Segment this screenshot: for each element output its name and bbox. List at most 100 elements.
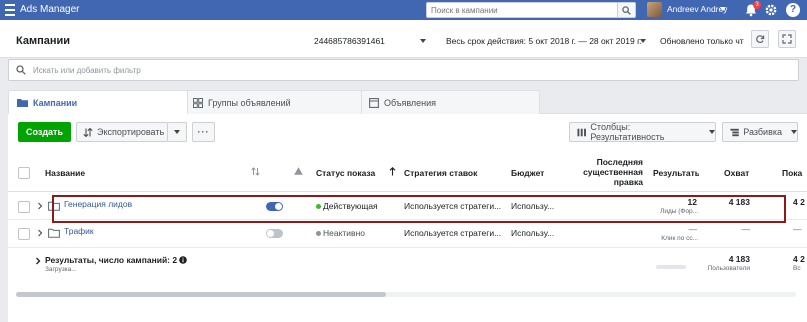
campaign-toggle[interactable] [266,229,283,238]
columns-icon [577,128,586,136]
user-menu-chevron-icon[interactable] [720,7,726,11]
totals-impressions-unit: Вс [793,265,801,272]
table-header: Название Статус показа Стратегия ставок … [8,154,807,192]
top-bar: Ads Manager Andreev Andrey 3 ? [0,0,807,20]
date-range-selector[interactable]: Весь срок действия: 5 окт 2018 г. — 28 о… [446,36,642,46]
impressions-value: 4 2 [793,197,805,207]
column-header-strategy[interactable]: Стратегия ставок [404,168,477,178]
avatar[interactable] [647,2,662,17]
tab-campaigns-label: Кампании [33,97,78,108]
export-options-button[interactable] [167,122,187,142]
tab-ads-label: Объявления [384,97,437,108]
totals-impressions: 4 2 [793,254,805,264]
column-header-budget[interactable]: Бюджет [511,168,544,178]
campaigns-panel: Создать Экспортировать ··· Столбцы: Резу… [8,113,807,322]
user-name[interactable]: Andreev Andrey [667,4,727,14]
totals-loading: Загрузка... [45,266,77,273]
updated-status: Обновлено только что [660,36,744,46]
status-dot-inactive [316,231,321,236]
campaign-name-link[interactable]: Трафик [64,226,94,236]
help-icon[interactable]: ? [786,3,800,17]
tab-ad-sets[interactable]: Группы объявлений [184,90,362,114]
folder-icon [48,201,60,213]
column-header-last-edit-1[interactable]: Последняя [596,157,643,167]
strategy-value[interactable]: Используется стратеги... [404,228,501,238]
campaign-toggle[interactable] [266,202,283,211]
page-title: Кампании [16,35,71,47]
fullscreen-button[interactable] [778,30,796,48]
horizontal-scrollbar[interactable] [16,292,796,297]
results-type: Лиды (Фор... [660,208,698,215]
tab-campaigns[interactable]: Кампании [8,90,188,114]
breakdown-label: Разбивка [743,127,782,137]
create-button[interactable]: Создать [18,122,71,142]
strategy-value[interactable]: Используется стратеги... [404,201,501,211]
column-header-impressions[interactable]: Пока [782,168,807,178]
chevron-down-icon [709,130,715,134]
totals-label: Результаты, число кампаний: 2 [45,255,178,265]
page-header: Кампании 244685786391461 Весь срок дейст… [0,20,807,58]
info-icon[interactable] [179,256,187,266]
breakdown-icon [730,128,739,136]
search-icon[interactable] [617,3,635,17]
notification-badge: 3 [753,1,761,9]
columns-button[interactable]: Столбцы: Результативность [569,122,716,142]
column-header-status[interactable]: Статус показа [316,168,375,178]
more-options-button[interactable]: ··· [192,122,215,142]
chevron-right-icon[interactable] [35,257,41,267]
status-value: Действующая [323,201,378,211]
chevron-right-icon[interactable] [37,202,43,212]
row-checkbox[interactable] [18,228,30,240]
export-button[interactable]: Экспортировать [76,122,168,142]
gear-icon[interactable] [764,3,778,17]
chevron-down-icon [174,130,180,134]
budget-value[interactable]: Использу... [511,201,554,211]
table-row[interactable]: Трафик Неактивно Используется стратеги..… [8,221,807,248]
results-value: 12 [687,197,697,207]
totals-reach-unit: Пользователи [707,265,750,272]
columns-label: Столбцы: Результативность [590,122,665,142]
refresh-icon [756,35,765,44]
row-checkbox[interactable] [18,201,30,213]
refresh-button[interactable] [751,30,769,48]
campaign-search [426,2,636,18]
breakdown-button[interactable]: Разбивка [722,122,798,142]
scrollbar-thumb[interactable] [16,292,386,297]
column-header-last-edit-2[interactable]: существенная [576,167,643,177]
table-row[interactable]: Генерация лидов Действующая Используется… [8,193,807,220]
folder-icon [48,228,60,240]
export-icon [83,127,93,137]
expand-icon [782,34,792,44]
campaign-search-input[interactable] [427,3,615,17]
account-chevron-down-icon[interactable] [420,39,426,43]
budget-value[interactable]: Использу... [511,228,554,238]
account-selector[interactable]: 244685786391461 [314,36,385,46]
column-header-last-edit-3[interactable]: правка [596,177,643,187]
filter-bar [8,59,799,81]
tab-ad-sets-label: Группы объявлений [208,97,291,108]
chevron-down-icon [791,130,797,134]
column-header-reach[interactable]: Охват [724,168,749,178]
status-dot-active [316,204,321,209]
date-chevron-down-icon[interactable] [640,39,646,43]
export-label: Экспортировать [97,127,165,137]
status-value: Неактивно [323,228,365,238]
totals-row: Результаты, число кампаний: 2 Загрузка..… [8,248,807,276]
chevron-right-icon[interactable] [37,229,43,239]
ad-icon [369,97,379,108]
menu-icon[interactable] [5,4,15,16]
search-icon [16,65,26,77]
reach-value: — [741,224,751,234]
app-title[interactable]: Ads Manager [20,4,79,15]
column-header-name[interactable]: Название [45,168,85,178]
grid-icon [193,97,203,108]
sort-arrow-up-icon[interactable] [389,167,396,178]
column-header-results[interactable]: Результаты [653,168,699,178]
results-type: Клик по сс... [661,235,698,242]
select-all-checkbox[interactable] [18,167,30,179]
sort-toggle-icon[interactable] [251,167,260,178]
tab-ads[interactable]: Объявления [360,90,540,114]
results-loading-bar [656,265,686,269]
filter-input[interactable] [33,63,533,77]
campaign-name-link[interactable]: Генерация лидов [64,199,132,209]
